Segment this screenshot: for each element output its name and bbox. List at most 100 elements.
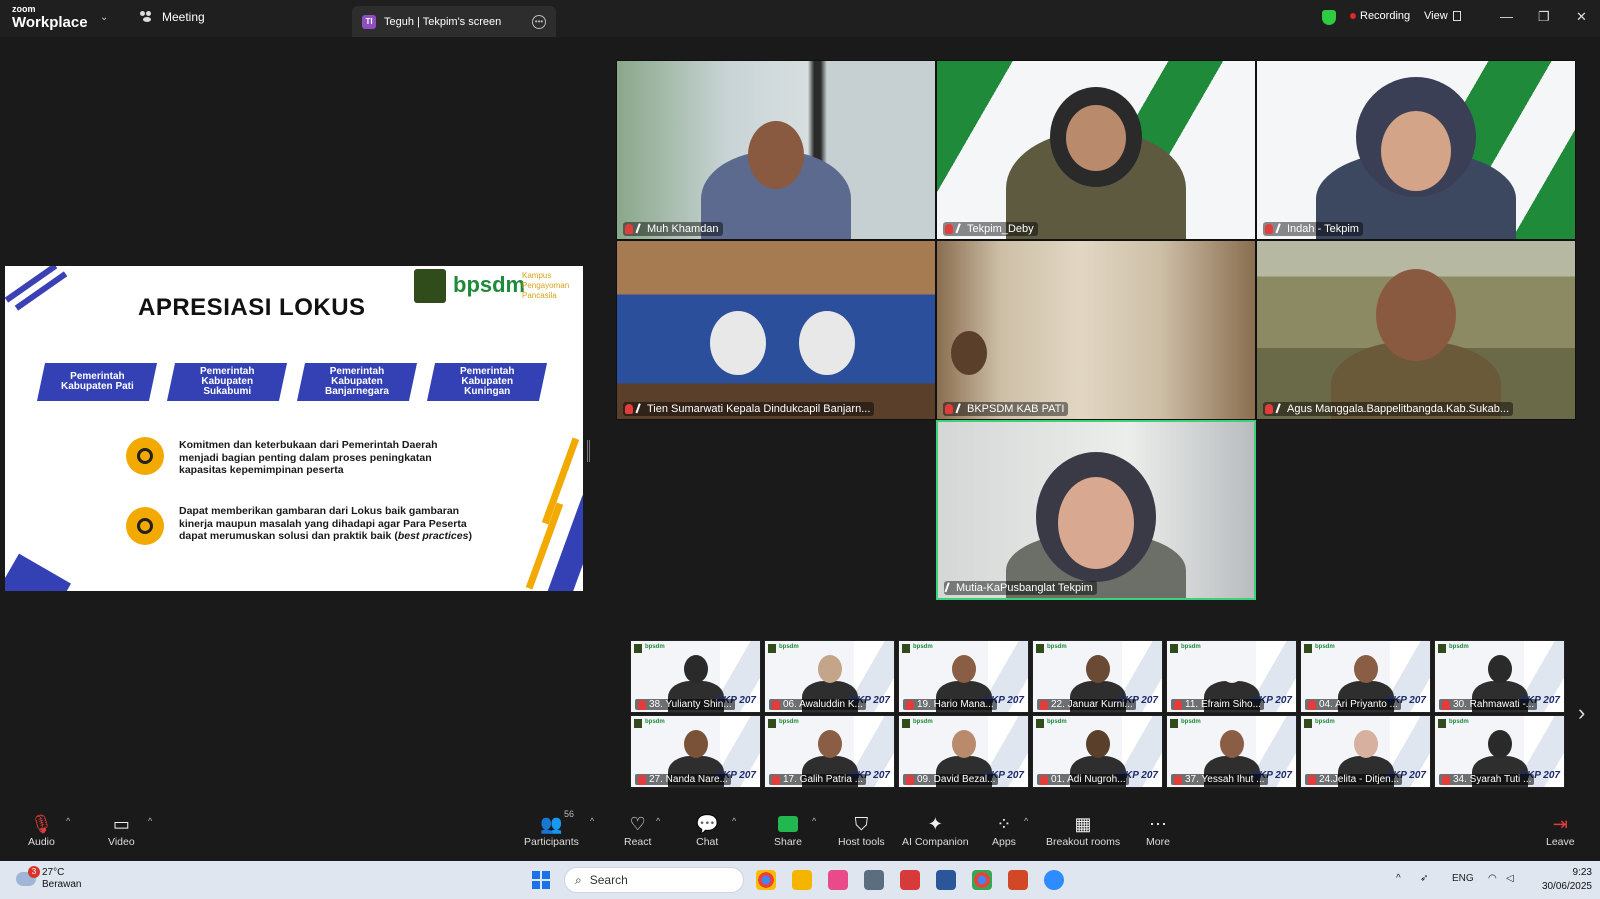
gallery-tile[interactable]: bpsdm BKP 207 11. Efraim Siho...: [1166, 640, 1297, 713]
gallery-logo: bpsdm: [913, 719, 933, 725]
video-tile[interactable]: Indah - Tekpim: [1256, 60, 1576, 240]
video-tile[interactable]: Muh Khamdan: [616, 60, 936, 240]
view-label: View: [1424, 10, 1448, 22]
participant-face: [798, 311, 855, 375]
calculator-icon[interactable]: [864, 870, 884, 890]
chrome-icon[interactable]: [756, 870, 776, 890]
video-tile[interactable]: Tien Sumarwati Kepala Dindukcapil Banjar…: [616, 240, 936, 420]
gallery-logo: bpsdm: [1047, 644, 1067, 650]
react-caret-icon[interactable]: ^: [656, 816, 660, 826]
participant-name: 27. Nanda Nare...: [649, 774, 728, 785]
gallery-tile[interactable]: bpsdm BKP 207 01. Adi Nugroh...: [1032, 715, 1163, 788]
mic-muted-icon: [1174, 774, 1182, 785]
snipping-tool-icon[interactable]: [828, 870, 848, 890]
pin-icon: [955, 223, 965, 235]
gallery-tile[interactable]: bpsdm BKP 207 37. Yessah Ihut ...: [1166, 715, 1297, 788]
share-caret-icon[interactable]: ^: [812, 816, 816, 826]
audio-button[interactable]: 🎙 Audio: [28, 812, 55, 849]
participant-name-tag: Agus Manggala.Bappelitbangda.Kab.Sukab..…: [1263, 402, 1513, 416]
video-tile[interactable]: BKPSDM KAB PATI: [936, 240, 1256, 420]
location-icon[interactable]: ➶: [1420, 873, 1428, 884]
participant-name-tag: Tien Sumarwati Kepala Dindukcapil Banjar…: [623, 402, 875, 416]
zoom-brand[interactable]: zoom Workplace: [12, 5, 88, 31]
powerpoint-icon[interactable]: [1008, 870, 1028, 890]
minimize-icon[interactable]: —: [1500, 9, 1513, 24]
participants-caret-icon[interactable]: ^: [590, 816, 594, 826]
participant-face: [1381, 111, 1451, 191]
pin-icon: [1275, 223, 1285, 235]
video-tile[interactable]: Tekpim_Deby: [936, 60, 1256, 240]
split-handle[interactable]: [587, 440, 590, 462]
audio-options-caret-icon[interactable]: ^: [66, 816, 70, 826]
video-button[interactable]: ▭ Video: [108, 812, 135, 849]
participant-name-tag: Muh Khamdan: [623, 222, 723, 236]
pill-label: Pemerintah Kabupaten Pati: [60, 371, 134, 392]
more-options-icon[interactable]: •••: [532, 14, 546, 29]
active-speaker-tile[interactable]: Mutia-KaPusbanglat Tekpim: [936, 420, 1256, 600]
word-icon[interactable]: [936, 870, 956, 890]
gallery-tile[interactable]: bpsdm BKP 207 06. Awaluddin K...: [764, 640, 895, 713]
apps-caret-icon[interactable]: ^: [1024, 816, 1028, 826]
more-button[interactable]: ⋯ More: [1146, 812, 1170, 849]
emblem-logo: [1036, 644, 1044, 653]
weather-widget[interactable]: 3 27°C Berawan: [16, 866, 81, 891]
taskbar-search[interactable]: ⌕ Search: [564, 867, 744, 893]
video-options-caret-icon[interactable]: ^: [148, 816, 152, 826]
host-tools-button[interactable]: ⛉ Host tools: [838, 812, 885, 849]
acrobat-icon[interactable]: [900, 870, 920, 890]
participant-name-tag: 17. Galih Patria ...: [769, 774, 867, 785]
volume-icon[interactable]: ◁: [1506, 873, 1514, 884]
emblem-logo: [768, 644, 776, 653]
tray-chevron-icon[interactable]: ^: [1396, 873, 1401, 884]
leave-button[interactable]: ⇥ Leave: [1546, 812, 1575, 849]
ai-companion-button[interactable]: ✦ AI Companion: [902, 812, 969, 849]
view-button[interactable]: View: [1424, 10, 1461, 22]
gallery-tile[interactable]: bpsdm BKP 207 38. Yulianty Shin...: [630, 640, 761, 713]
participant-name: 22. Januar Kurni...: [1051, 699, 1133, 710]
gallery-tile[interactable]: bpsdm BKP 207 19. Hario Mana...: [898, 640, 1029, 713]
participant-name-tag: 38. Yulianty Shin...: [635, 699, 735, 710]
apps-button[interactable]: ⁘ Apps: [992, 812, 1016, 849]
participant-name-tag: Indah - Tekpim: [1263, 222, 1363, 236]
ai-companion-label: AI Companion: [902, 836, 969, 848]
mic-muted-icon: [906, 699, 914, 710]
gallery-tile[interactable]: bpsdm BKP 207 24.Jelita - Ditjen...: [1300, 715, 1431, 788]
video-tile[interactable]: Agus Manggala.Bappelitbangda.Kab.Sukab..…: [1256, 240, 1576, 420]
breakout-rooms-button[interactable]: ▦ Breakout rooms: [1046, 812, 1120, 849]
screen-share-tab[interactable]: TI Teguh | Tekpim's screen •••: [352, 6, 556, 37]
gallery-tile[interactable]: bpsdm BKP 207 04. Ari Priyanto ...: [1300, 640, 1431, 713]
participant-name-tag: 19. Hario Mana...: [903, 699, 997, 710]
sparkle-icon: ✦: [927, 813, 943, 834]
share-button[interactable]: Share: [774, 812, 802, 848]
next-page-arrow-icon[interactable]: ›: [1578, 700, 1585, 726]
gallery-tile[interactable]: bpsdm BKP 207 34. Syarah Tuti ...: [1434, 715, 1565, 788]
meeting-tab[interactable]: Meeting: [140, 10, 205, 24]
gallery-tile[interactable]: bpsdm BKP 207 27. Nanda Nare...: [630, 715, 761, 788]
gallery-tile[interactable]: bpsdm BKP 207 09. David Bezal...: [898, 715, 1029, 788]
windows-start-icon[interactable]: [532, 871, 550, 889]
gallery-tile[interactable]: bpsdm BKP 207 30. Rahmawati -...: [1434, 640, 1565, 713]
gallery-logo: bpsdm: [1315, 644, 1335, 650]
react-button[interactable]: ♡ React: [624, 812, 651, 849]
chevron-down-icon[interactable]: ⌄: [100, 12, 108, 23]
gallery-tile[interactable]: bpsdm BKP 207 22. Januar Kurni...: [1032, 640, 1163, 713]
recording-indicator[interactable]: Recording: [1350, 10, 1410, 22]
language-indicator[interactable]: ENG: [1452, 873, 1474, 884]
close-icon[interactable]: ✕: [1576, 9, 1587, 25]
participant-face: [1376, 269, 1456, 361]
restore-icon[interactable]: ❐: [1538, 9, 1550, 25]
participant-face: [1085, 655, 1110, 683]
chrome-profile-icon[interactable]: [972, 870, 992, 890]
gallery-tile[interactable]: bpsdm BKP 207 17. Galih Patria ...: [764, 715, 895, 788]
encryption-shield-icon[interactable]: [1322, 10, 1336, 25]
taskbar-clock[interactable]: 9:23 30/06/2025: [1532, 866, 1592, 894]
wifi-icon[interactable]: ◠: [1488, 873, 1497, 884]
shared-screen-slide[interactable]: bpsdm Kampus Pengayoman Pancasila APRESI…: [5, 266, 583, 591]
file-explorer-icon[interactable]: [792, 870, 812, 890]
chat-caret-icon[interactable]: ^: [732, 816, 736, 826]
zoom-app-icon[interactable]: [1044, 870, 1064, 890]
bullet2-end: ): [468, 530, 472, 542]
mic-muted-icon: [945, 404, 953, 414]
participant-name: Muh Khamdan: [647, 223, 719, 235]
chat-button[interactable]: 💬 Chat: [696, 812, 718, 849]
